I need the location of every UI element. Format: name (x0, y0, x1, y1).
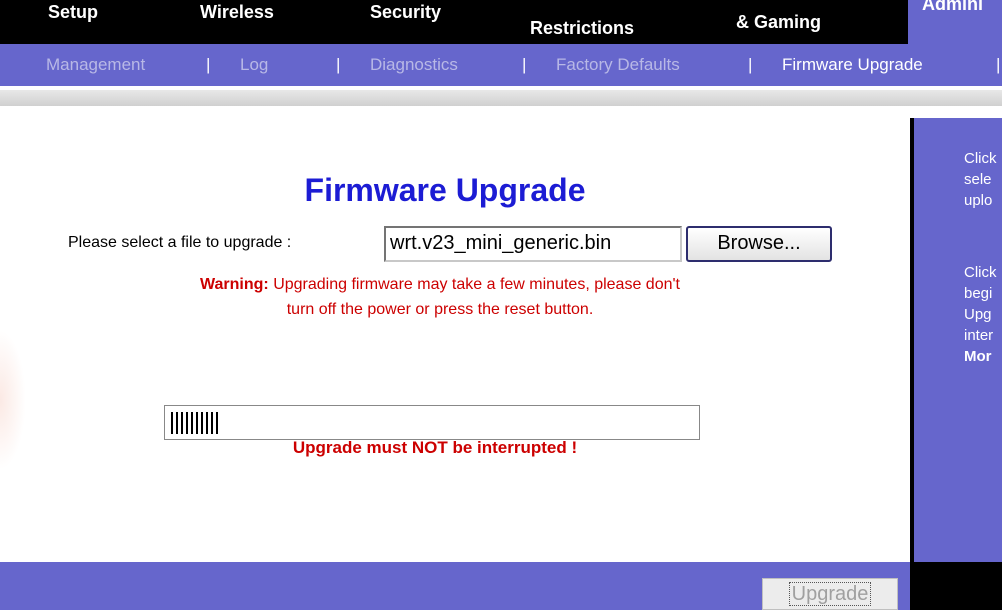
tab-administration[interactable]: Admini (922, 0, 983, 15)
warning-line-1: Upgrading firmware may take a few minute… (273, 276, 680, 293)
upgrade-button[interactable]: Upgrade (762, 578, 898, 610)
tab-security[interactable]: Security (370, 2, 441, 23)
tab-administration-active[interactable]: Admini (908, 0, 1002, 44)
file-select-label: Please select a file to upgrade : (68, 234, 292, 251)
help-line: uplo (964, 192, 993, 209)
subnav-separator: | (522, 55, 527, 74)
help-line: Click (964, 150, 997, 167)
top-tab-bar: Setup Wireless Security Restrictions & G… (0, 0, 1002, 44)
tab-wireless[interactable]: Wireless (200, 2, 274, 23)
warning-message: Warning: Upgrading firmware may take a f… (70, 272, 810, 322)
progress-fill (171, 412, 218, 434)
help-line: Click (964, 264, 997, 281)
warning-line-2: turn off the power or press the reset bu… (286, 301, 594, 318)
subnav-management[interactable]: Management (46, 55, 145, 75)
tab-gaming[interactable]: & Gaming (736, 12, 821, 33)
subnav-separator: | (748, 55, 753, 74)
sub-navigation: Management | Log | Diagnostics | Factory… (0, 44, 1002, 86)
subnav-log[interactable]: Log (240, 55, 268, 75)
decorative-shade (0, 330, 26, 470)
help-more-link[interactable]: Mor (964, 346, 992, 367)
warning-prefix: Warning: (200, 276, 269, 293)
help-line: sele (964, 171, 992, 188)
browse-button[interactable]: Browse... (686, 226, 832, 262)
page-title: Firmware Upgrade (304, 172, 586, 208)
tab-restrictions[interactable]: Restrictions (530, 18, 634, 39)
file-path-value: wrt.v23_mini_generic.bin (390, 232, 612, 254)
subnav-separator: | (336, 55, 341, 74)
subnav-separator: | (206, 55, 211, 74)
subnav-diagnostics[interactable]: Diagnostics (370, 55, 458, 75)
do-not-interrupt-notice: Upgrade must NOT be interrupted ! (292, 438, 578, 457)
bottom-corner (910, 562, 1002, 610)
upgrade-button-label: Upgrade (788, 582, 872, 606)
subnav-firmware-upgrade[interactable]: Firmware Upgrade (782, 55, 923, 75)
subnav-separator: | (996, 55, 1001, 74)
file-path-input[interactable]: wrt.v23_mini_generic.bin (384, 226, 682, 262)
upgrade-progress-bar: |||||||| (164, 405, 700, 440)
divider-bar (0, 90, 1002, 106)
help-side-panel: Click sele uplo Click begi Upg inter Mor (910, 118, 1002, 563)
help-line: begi (964, 285, 993, 302)
help-line: inter (964, 327, 994, 344)
tab-setup[interactable]: Setup (48, 2, 98, 23)
subnav-factory-defaults[interactable]: Factory Defaults (556, 55, 680, 75)
help-line: Upg (964, 306, 992, 323)
